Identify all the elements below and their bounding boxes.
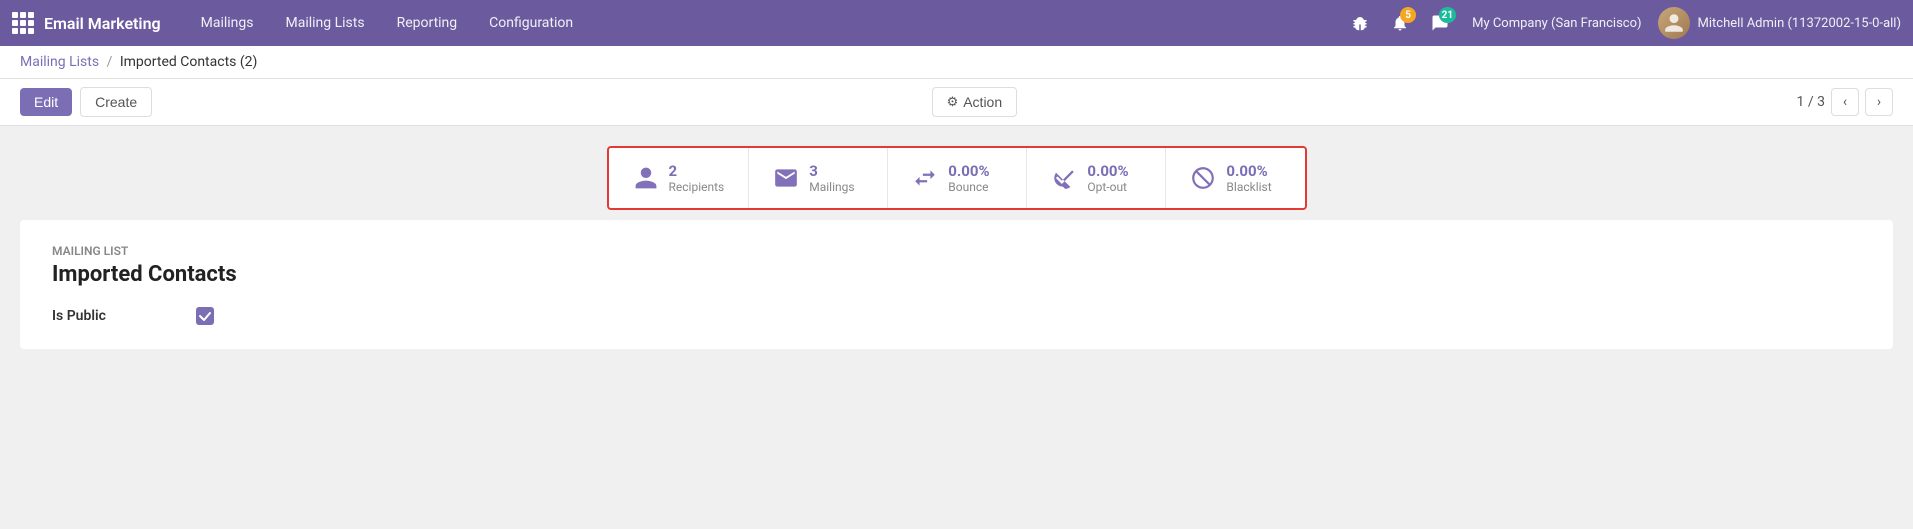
stat-blacklist[interactable]: 0.00% Blacklist xyxy=(1166,148,1304,208)
chat-badge: 21 xyxy=(1439,7,1456,23)
action-label: Action xyxy=(963,94,1002,110)
gear-icon: ⚙ xyxy=(947,94,959,110)
stat-recipients[interactable]: 2 Recipients xyxy=(609,148,750,208)
is-public-value xyxy=(196,307,214,325)
is-public-label: Is Public xyxy=(52,308,172,324)
is-public-checkbox[interactable] xyxy=(196,307,214,325)
stat-optout-value: 0.00% xyxy=(1087,162,1128,180)
stat-optout[interactable]: 0.00% Opt-out xyxy=(1027,148,1166,208)
chat-icon-btn[interactable]: 21 xyxy=(1424,7,1456,39)
recipients-icon xyxy=(633,165,659,191)
stat-bounce[interactable]: 0.00% Bounce xyxy=(888,148,1027,208)
menu-mailings[interactable]: Mailings xyxy=(185,0,270,46)
stat-mailings-value: 3 xyxy=(809,162,854,180)
record-title: Imported Contacts xyxy=(52,262,1861,287)
stats-bar-wrapper: 2 Recipients 3 Mailings 0.00% xyxy=(20,146,1893,210)
pagination-prev-button[interactable]: ‹ xyxy=(1831,88,1859,116)
company-name: My Company (San Francisco) xyxy=(1472,16,1641,31)
menu-configuration[interactable]: Configuration xyxy=(473,0,589,46)
stat-mailings[interactable]: 3 Mailings xyxy=(749,148,888,208)
breadcrumb-parent-link[interactable]: Mailing Lists xyxy=(20,54,99,70)
username-label[interactable]: Mitchell Admin (11372002-15-0-all) xyxy=(1698,16,1901,31)
topnav-right: 5 21 My Company (San Francisco) Mitchell… xyxy=(1344,7,1901,39)
stat-bounce-label: Bounce xyxy=(948,180,989,194)
menu-reporting[interactable]: Reporting xyxy=(381,0,474,46)
top-menu: Mailings Mailing Lists Reporting Configu… xyxy=(185,0,1344,46)
pagination-next-button[interactable]: › xyxy=(1865,88,1893,116)
user-avatar[interactable] xyxy=(1658,7,1690,39)
stat-blacklist-value: 0.00% xyxy=(1226,162,1271,180)
stat-recipients-value: 2 xyxy=(669,162,725,180)
top-navbar: Email Marketing Mailings Mailing Lists R… xyxy=(0,0,1913,46)
stat-optout-text: 0.00% Opt-out xyxy=(1087,162,1128,194)
stat-recipients-text: 2 Recipients xyxy=(669,162,725,194)
create-button[interactable]: Create xyxy=(80,87,152,117)
optout-icon xyxy=(1051,165,1077,191)
is-public-field-row: Is Public xyxy=(52,307,1861,325)
apps-menu-icon[interactable] xyxy=(12,12,34,34)
record-field-label: Mailing List xyxy=(52,244,1861,258)
action-button[interactable]: ⚙ Action xyxy=(932,87,1018,117)
pagination: 1 / 3 ‹ › xyxy=(1797,88,1893,116)
bounce-icon xyxy=(912,165,938,191)
stat-bounce-value: 0.00% xyxy=(948,162,989,180)
stat-mailings-text: 3 Mailings xyxy=(809,162,854,194)
stats-bar: 2 Recipients 3 Mailings 0.00% xyxy=(607,146,1307,210)
notifications-icon-btn[interactable]: 5 xyxy=(1384,7,1416,39)
menu-mailing-lists[interactable]: Mailing Lists xyxy=(270,0,381,46)
edit-button[interactable]: Edit xyxy=(20,88,72,116)
breadcrumb: Mailing Lists / Imported Contacts (2) xyxy=(0,46,1913,79)
pagination-text: 1 / 3 xyxy=(1797,94,1825,110)
app-title: Email Marketing xyxy=(44,14,161,33)
record-card: Mailing List Imported Contacts Is Public xyxy=(20,220,1893,349)
stat-mailings-label: Mailings xyxy=(809,180,854,194)
stat-recipients-label: Recipients xyxy=(669,180,725,194)
notifications-badge: 5 xyxy=(1400,7,1416,23)
mailings-icon xyxy=(773,165,799,191)
stat-bounce-text: 0.00% Bounce xyxy=(948,162,989,194)
breadcrumb-separator: / xyxy=(107,54,113,70)
blacklist-icon xyxy=(1190,165,1216,191)
breadcrumb-current: Imported Contacts (2) xyxy=(120,54,258,70)
bug-icon-btn[interactable] xyxy=(1344,7,1376,39)
main-content: 2 Recipients 3 Mailings 0.00% xyxy=(0,126,1913,527)
stat-blacklist-text: 0.00% Blacklist xyxy=(1226,162,1271,194)
stat-blacklist-label: Blacklist xyxy=(1226,180,1271,194)
toolbar: Edit Create ⚙ Action 1 / 3 ‹ › xyxy=(0,79,1913,126)
stat-optout-label: Opt-out xyxy=(1087,180,1128,194)
